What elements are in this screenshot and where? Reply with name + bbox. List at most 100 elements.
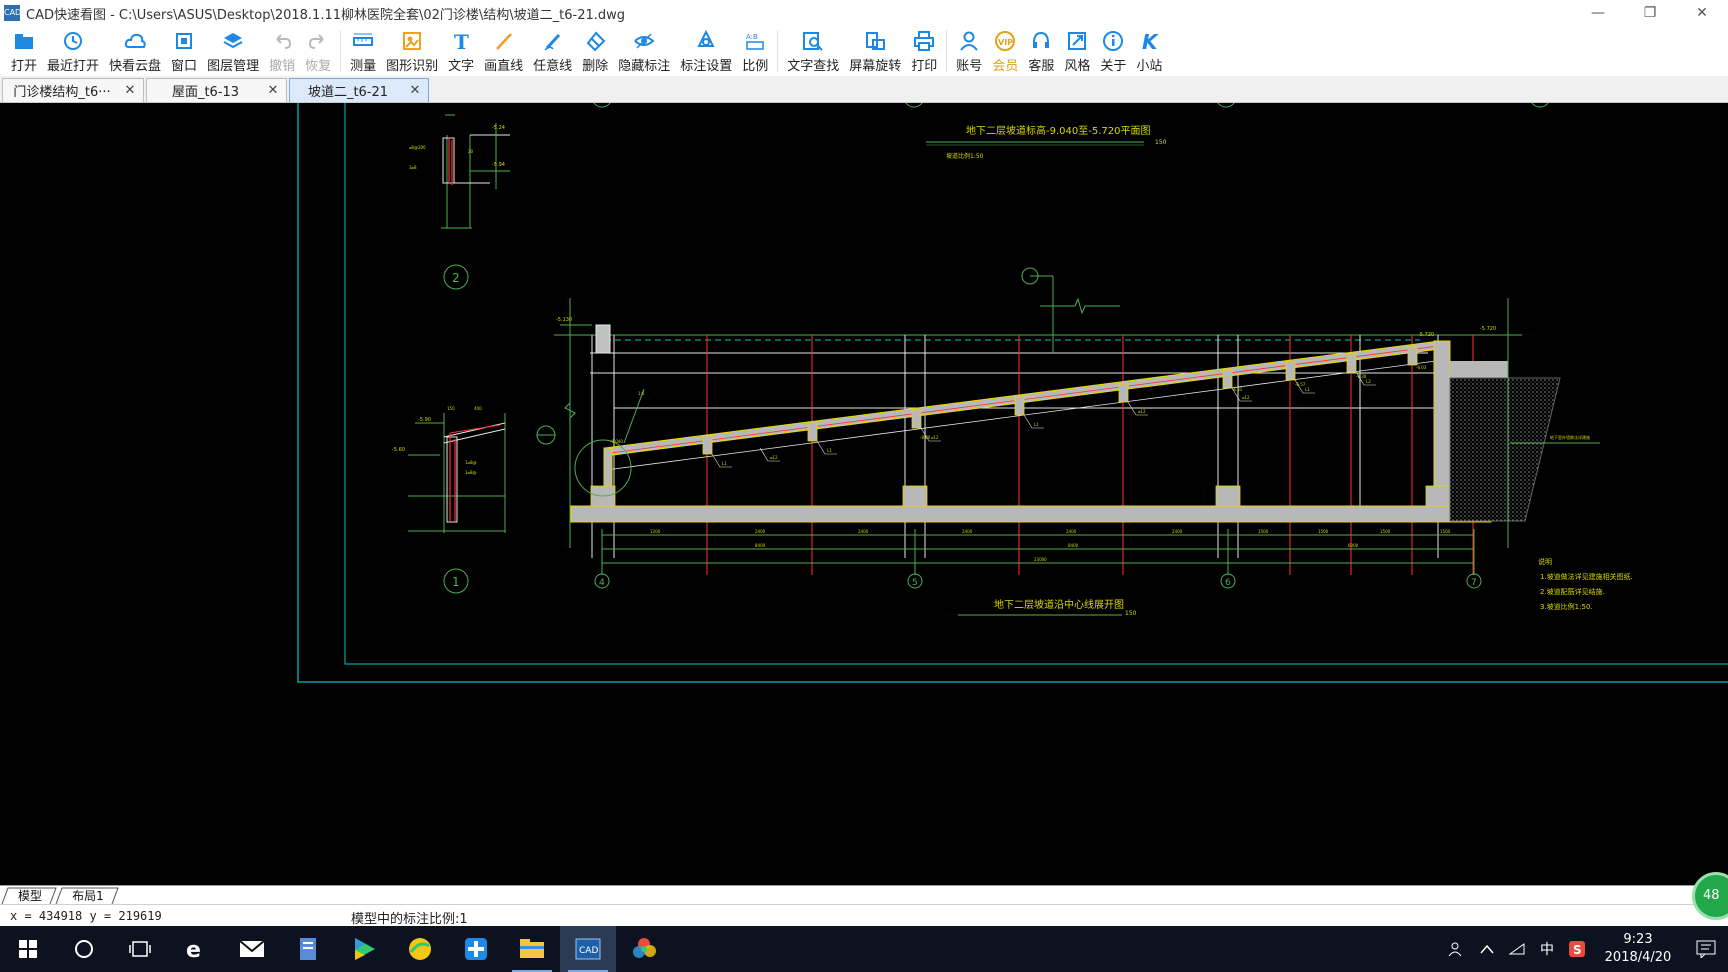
line-icon [493, 30, 515, 52]
task-view-icon [129, 941, 151, 957]
sogou-s-icon[interactable]: S [1562, 926, 1592, 972]
toolbar-label: 账号 [956, 59, 983, 74]
svg-text:地下室外墙做法详建施: 地下室外墙做法详建施 [1550, 434, 1590, 440]
toolbar-button-line[interactable]: 画直线 [479, 26, 528, 76]
toolbar-button-shape-recognize[interactable]: 图形识别 [381, 26, 443, 76]
toolbar-button-folder[interactable]: 打开 [6, 26, 42, 76]
tab-close-icon[interactable]: ✕ [266, 83, 280, 98]
people-icon[interactable] [1442, 926, 1472, 972]
info-icon [1102, 30, 1124, 52]
toolbar-button-eye-hide[interactable]: 隐藏标注 [613, 26, 675, 76]
toolbar-label: 打印 [911, 59, 938, 74]
cad-drawing[interactable]: 地下二层坡道标高-9.040至-5.720平面图 150 坡道比例1:50 -5… [0, 103, 1728, 885]
taskbar-cad-viewer[interactable]: CAD [560, 926, 616, 972]
layout-tab-layout1[interactable]: 布局1 [62, 887, 114, 904]
tab-label: 门诊楼结构_t6··· [13, 85, 111, 100]
title-bar: CAD CAD快速看图 - C:\Users\ASUS\Desktop\2018… [0, 0, 1728, 26]
toolbar-button-text-search[interactable]: 文字查找 [782, 26, 844, 76]
axis-bubbles-bottom [594, 573, 1482, 589]
notification-center-icon[interactable] [1684, 926, 1728, 972]
tab-close-icon[interactable]: ✕ [408, 83, 422, 98]
taskbar-ie[interactable]: e [168, 926, 224, 972]
minimize-button[interactable]: — [1572, 0, 1624, 26]
svg-text:⌀8@200: ⌀8@200 [409, 145, 426, 150]
tab-menzhen-structure[interactable]: 门诊楼结构_t6··· ✕ [2, 78, 144, 102]
toolbar-button-layers[interactable]: 图层管理 [202, 26, 264, 76]
toolbar-button-style[interactable]: 风格 [1059, 26, 1095, 76]
note-line-3: 3.坡道比例1:50. [1540, 602, 1593, 611]
toolbar-label: 隐藏标注 [618, 59, 671, 74]
show-hidden-icons-chevron-up-icon[interactable] [1472, 926, 1502, 972]
taskbar-tool-app[interactable] [448, 926, 504, 972]
toolbar-button-annotation-settings[interactable]: 标注设置 [675, 26, 737, 76]
taskbar-file-explorer[interactable] [504, 926, 560, 972]
detail-2-drawing: -5.24 -5.94 ⌀8@200 3⌀8 20 [409, 114, 510, 229]
taskbar-mail[interactable] [224, 926, 280, 972]
annotation-settings-icon [695, 30, 717, 52]
svg-text:6000: 6000 [1348, 543, 1359, 548]
toolbar-button-undo[interactable]: 撤销 [264, 26, 300, 76]
svg-text:2400: 2400 [1172, 529, 1183, 534]
svg-text:-8.00: -8.00 [920, 435, 931, 440]
toolbar-button-text[interactable]: T 文字 [443, 26, 479, 76]
layout-tab-model[interactable]: 模型 [10, 887, 50, 904]
k-logo-icon: K [1138, 30, 1160, 52]
toolbar-button-info[interactable]: 关于 [1095, 26, 1131, 76]
close-button[interactable]: ✕ [1676, 0, 1728, 26]
svg-text:1:6: 1:6 [638, 391, 645, 396]
printer-icon [913, 30, 935, 52]
ime-indicator[interactable]: 中 [1532, 926, 1562, 972]
plan-title: 地下二层坡道标高-9.040至-5.720平面图 [966, 124, 1150, 137]
svg-text:-5.60: -5.60 [392, 447, 405, 453]
system-tray: 中 S 9:23 2018/4/20 [1442, 926, 1728, 972]
browser-ball-icon [409, 938, 431, 960]
undo-icon [271, 30, 293, 52]
search-button[interactable] [56, 926, 112, 972]
toolbar-button-cloud[interactable]: 快看云盘 [104, 26, 166, 76]
taskbar-file-app[interactable] [280, 926, 336, 972]
toolbar-button-printer[interactable]: 打印 [906, 26, 942, 76]
system-clock[interactable]: 9:23 2018/4/20 [1592, 931, 1684, 967]
toolbar-button-headset[interactable]: 客服 [1023, 26, 1059, 76]
svg-text:-5.94: -5.94 [492, 162, 505, 168]
tab-close-icon[interactable]: ✕ [123, 83, 137, 98]
text-icon: T [450, 30, 472, 52]
toolbar-button-rotate-screen[interactable]: 屏幕旋转 [844, 26, 906, 76]
toolbar-button-redo[interactable]: 恢复 [300, 26, 336, 76]
tab-label: 坡道二_t6-21 [307, 85, 389, 100]
svg-text:-9.040: -9.040 [610, 439, 623, 444]
toolbar-button-window[interactable]: 窗口 [166, 26, 202, 76]
svg-text:20: 20 [468, 149, 474, 154]
ruler-icon [352, 30, 374, 52]
taskbar-media-player[interactable] [336, 926, 392, 972]
svg-text:1200: 1200 [650, 529, 661, 534]
toolbar-label: 最近打开 [47, 59, 100, 74]
task-view-button[interactable] [112, 926, 168, 972]
toolbar-button-k-logo[interactable]: K 小站 [1131, 26, 1167, 76]
tab-ramp-active[interactable]: 坡道二_t6-21 ✕ [289, 78, 429, 102]
taskbar-color-app[interactable] [616, 926, 672, 972]
toolbar-button-history[interactable]: 最近打开 [42, 26, 104, 76]
toolbar-label: 撤销 [269, 59, 296, 74]
tab-roof[interactable]: 屋面_t6-13 ✕ [146, 78, 287, 102]
toolbar-button-pen[interactable]: 任意线 [528, 26, 577, 76]
toolbar-button-scale[interactable]: A:B 比例 [737, 26, 773, 76]
svg-text:-5.720: -5.720 [1418, 332, 1434, 338]
cursor-coordinates: x = 434918 y = 219619 [10, 909, 162, 923]
toolbar-label: 屏幕旋转 [849, 59, 902, 74]
taskbar-browser[interactable] [392, 926, 448, 972]
folder-icon [520, 939, 544, 958]
restore-button[interactable]: ❐ [1624, 0, 1676, 26]
toolbar-button-user[interactable]: 账号 [951, 26, 987, 76]
app-logo-icon: CAD [4, 5, 21, 21]
toolbar-separator [777, 30, 779, 72]
toolbar-button-eraser[interactable]: 删除 [577, 26, 613, 76]
toolbar-button-vip[interactable]: VIP 会员 [987, 26, 1023, 76]
drawing-canvas[interactable]: 地下二层坡道标高-9.040至-5.720平面图 150 坡道比例1:50 -5… [0, 103, 1728, 885]
wifi-icon[interactable] [1502, 926, 1532, 972]
layers-icon [222, 30, 244, 52]
toolbar-label: 删除 [582, 59, 609, 74]
toolbar-button-ruler[interactable]: 测量 [345, 26, 381, 76]
start-button[interactable] [0, 926, 56, 972]
detail-1-drawing: -5.90 -5.60 1⌀8@ 1⌀8@ 150 400 [392, 406, 506, 533]
